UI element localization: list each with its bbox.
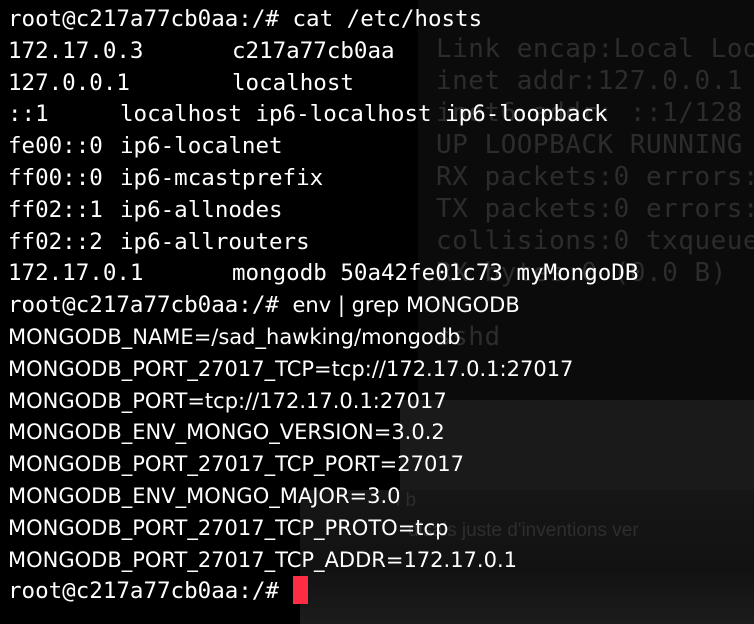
- env-line: MONGODB_ENV_MONGO_MAJOR=3.0: [8, 483, 401, 508]
- env-line: MONGODB_PORT_27017_TCP_PROTO=tcp: [8, 515, 449, 540]
- env-line: MONGODB_ENV_MONGO_VERSION=3.0.2: [8, 420, 445, 445]
- host-ip: fe00::0: [8, 133, 103, 160]
- env-line: MONGODB_PORT_27017_TCP=tcp://172.17.0.1:…: [8, 356, 574, 381]
- env-line: MONGODB_NAME=/sad_hawking/mongodb: [8, 324, 461, 349]
- prompt-line: root@c217a77cb0aa:/# env | grep MONGODB: [8, 290, 754, 322]
- host-names: mongodb 50a42fe01c73 myMongoDB: [232, 260, 639, 287]
- env-line: MONGODB_PORT_27017_TCP_ADDR=172.17.0.1: [8, 547, 517, 572]
- text-cursor[interactable]: [292, 575, 308, 604]
- host-ip: 172.17.0.3: [8, 37, 144, 64]
- shell-prompt: root@c217a77cb0aa:/#: [8, 578, 279, 605]
- shell-prompt: root@c217a77cb0aa:/#: [8, 6, 279, 32]
- env-line: MONGODB_PORT_27017_TCP_PORT=27017: [8, 452, 465, 477]
- hosts-entry: fe00::0 ip6-localnet: [8, 131, 754, 163]
- host-names: c217a77cb0aa: [232, 37, 395, 64]
- host-ip: 172.17.0.1: [8, 260, 144, 287]
- host-names: ip6-mcastprefix: [120, 164, 324, 191]
- hosts-entry: 172.17.0.1 mongodb 50a42fe01c73 myMongoDB: [8, 258, 754, 290]
- command-text: cat /etc/hosts: [292, 6, 483, 32]
- env-line: MONGODB_PORT=tcp://172.17.0.1:27017: [8, 388, 447, 413]
- host-names: ip6-localnet: [120, 133, 283, 160]
- active-prompt-line[interactable]: root@c217a77cb0aa:/#: [8, 575, 754, 608]
- host-ip: ::1: [8, 101, 49, 128]
- host-ip: ff02::1: [8, 196, 103, 223]
- host-names: ip6-allnodes: [120, 196, 283, 223]
- hosts-entry: 172.17.0.3 c217a77cb0aa: [8, 36, 754, 68]
- host-names: localhost: [232, 69, 354, 96]
- hosts-entry: 127.0.0.1 localhost: [8, 68, 754, 100]
- prompt-line: root@c217a77cb0aa:/# cat /etc/hosts: [8, 4, 754, 36]
- hosts-entry: ff02::1 ip6-allnodes: [8, 195, 754, 227]
- desktop-screen: Link encap:Local Loo inet addr:127.0.0.1…: [0, 0, 754, 624]
- hosts-entry: ff02::2 ip6-allrouters: [8, 227, 754, 259]
- command-text: env | grep MONGODB: [292, 293, 520, 318]
- shell-prompt: root@c217a77cb0aa:/#: [8, 292, 279, 319]
- hosts-entry: ff00::0 ip6-mcastprefix: [8, 163, 754, 195]
- host-names: ip6-allrouters: [120, 228, 310, 255]
- host-names: localhost ip6-localhost ip6-loopback: [120, 101, 608, 128]
- hosts-entry: ::1 localhost ip6-localhost ip6-loopback: [8, 99, 754, 131]
- host-ip: ff02::2: [8, 228, 103, 255]
- terminal-output[interactable]: root@c217a77cb0aa:/# cat /etc/hosts 172.…: [8, 4, 754, 608]
- host-ip: ff00::0: [8, 164, 103, 191]
- host-ip: 127.0.0.1: [8, 69, 130, 96]
